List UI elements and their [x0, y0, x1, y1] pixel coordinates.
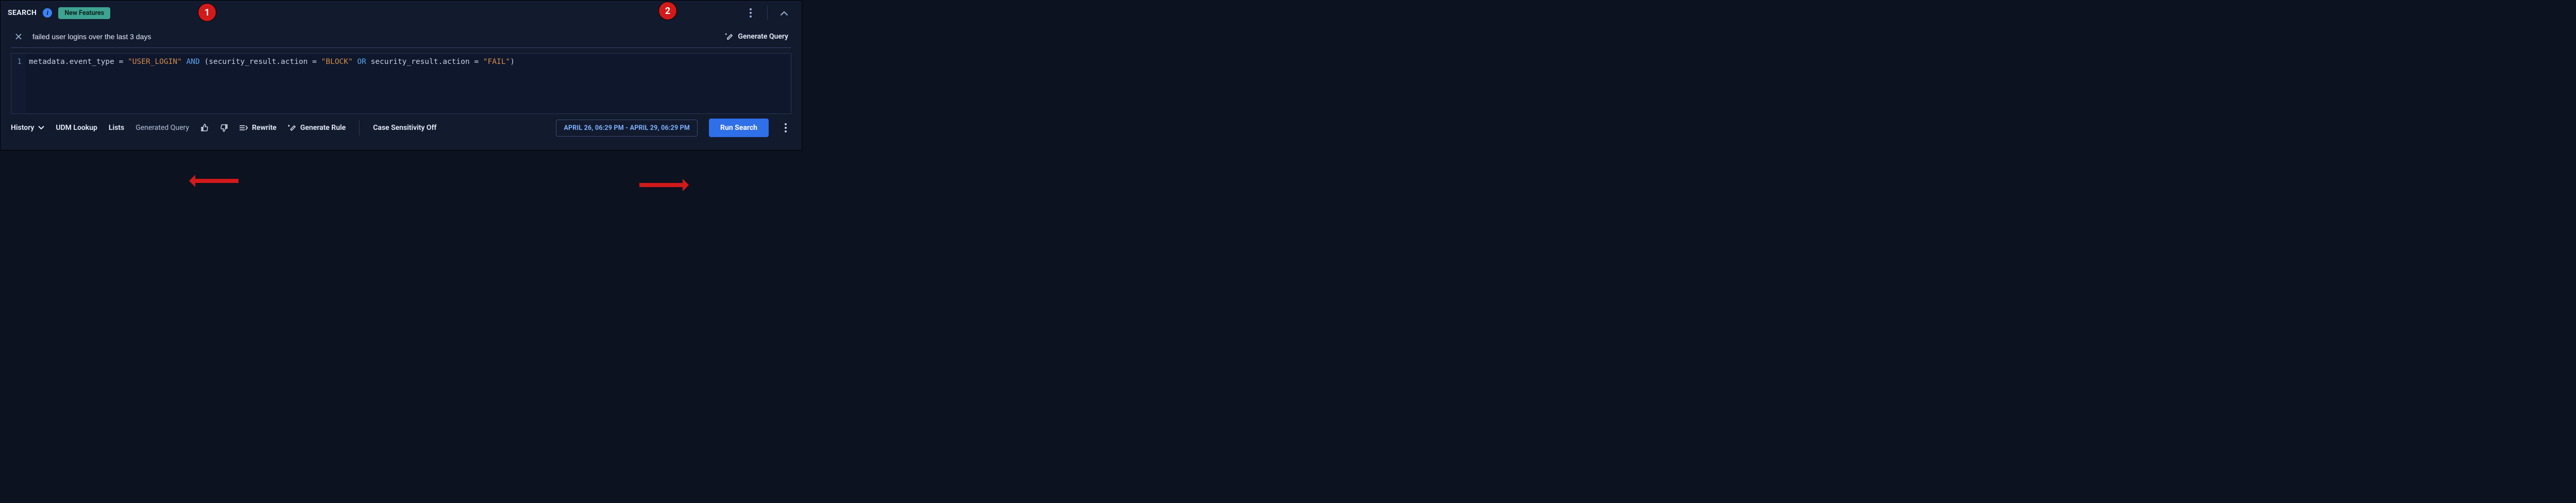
header-overflow-menu[interactable] [740, 3, 761, 23]
clear-nl-query-button[interactable] [14, 32, 23, 41]
code-token-and: AND [182, 58, 205, 66]
rewrite-button[interactable]: Rewrite [240, 124, 277, 132]
generated-query-indicator: Generated Query [135, 124, 189, 132]
code-token-string: "USER_LOGIN" [128, 58, 182, 66]
udm-lookup-button[interactable]: UDM Lookup [56, 124, 97, 132]
sparkle-pencil-icon [724, 32, 734, 41]
chevron-down-icon [38, 126, 44, 130]
new-features-badge[interactable]: New Features [58, 7, 110, 19]
sparkle-wand-icon [288, 124, 296, 132]
rewrite-label: Rewrite [252, 124, 277, 132]
query-editor[interactable]: 1 metadata.event_type = "USER_LOGIN" AND… [11, 53, 791, 114]
run-search-label: Run Search [720, 124, 757, 132]
code-token-string: "BLOCK" [321, 58, 353, 66]
collapse-panel-button[interactable] [774, 3, 794, 23]
natural-language-row: Generate Query [11, 25, 791, 48]
search-header: SEARCH i New Features [1, 1, 802, 25]
code-token-eq: = [470, 58, 483, 66]
code-token-eq: = [114, 58, 128, 66]
editor-gutter: 1 [11, 54, 26, 113]
generated-query-label: Generated Query [135, 124, 189, 132]
code-token-field: security_result.action [209, 58, 308, 66]
case-sensitivity-label: Case Sensitivity Off [373, 124, 436, 132]
generate-rule-label: Generate Rule [300, 124, 346, 132]
udm-lookup-label: UDM Lookup [56, 124, 97, 132]
code-token-rparen: ) [510, 58, 515, 66]
annotation-arrow-2 [639, 183, 687, 187]
header-separator [767, 6, 768, 20]
case-sensitivity-toggle[interactable]: Case Sensitivity Off [373, 124, 436, 132]
info-icon[interactable]: i [43, 8, 52, 18]
action-bar-overflow-menu[interactable] [780, 123, 791, 132]
thumbs-down-button[interactable] [220, 124, 228, 132]
time-range-picker[interactable]: APRIL 26, 06:29 PM - APRIL 29, 06:29 PM [556, 120, 698, 137]
chevron-up-icon [781, 11, 788, 15]
kebab-icon [750, 8, 752, 18]
search-panel: SEARCH i New Features [0, 0, 802, 150]
code-token-string: "FAIL" [483, 58, 510, 66]
generate-rule-button[interactable]: Generate Rule [288, 124, 346, 132]
run-search-button[interactable]: Run Search [709, 119, 769, 137]
natural-language-input[interactable] [32, 32, 712, 41]
search-title: SEARCH [8, 9, 37, 17]
history-label: History [11, 124, 34, 132]
rewrite-icon [240, 124, 248, 131]
action-bar-divider [359, 120, 360, 136]
lists-label: Lists [109, 124, 124, 132]
generate-query-label: Generate Query [738, 32, 788, 41]
line-number: 1 [11, 56, 22, 68]
search-action-bar: History UDM Lookup Lists Generated Query [1, 114, 802, 142]
editor-content[interactable]: metadata.event_type = "USER_LOGIN" AND (… [26, 54, 519, 113]
code-token-eq: = [308, 58, 321, 66]
code-token-or: OR [353, 58, 371, 66]
history-button[interactable]: History [11, 124, 44, 132]
annotation-arrow-1 [191, 179, 239, 183]
thumbs-up-icon [200, 124, 209, 132]
code-token-field: metadata.event_type [29, 58, 114, 66]
thumbs-down-icon [220, 124, 228, 132]
thumbs-up-button[interactable] [200, 124, 209, 132]
kebab-icon [785, 123, 787, 132]
lists-button[interactable]: Lists [109, 124, 124, 132]
generate-query-button[interactable]: Generate Query [721, 29, 791, 44]
code-token-lparen: ( [205, 58, 209, 66]
code-token-field: security_result.action [371, 58, 470, 66]
close-icon [15, 33, 22, 40]
